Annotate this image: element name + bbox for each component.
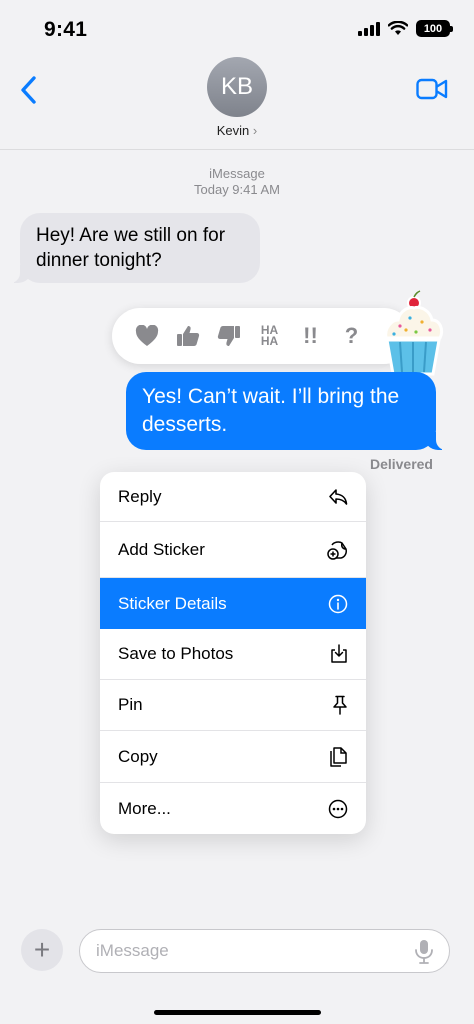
thumbs-down-icon[interactable] [215, 322, 243, 350]
status-icons: 100 [358, 20, 453, 37]
menu-item-more[interactable]: More... [100, 783, 366, 834]
conversation-header: KB Kevin › [0, 50, 474, 150]
menu-item-label: Reply [118, 486, 162, 506]
tapback-bar: HA HA !! ? [112, 308, 412, 364]
copy-icon [330, 746, 347, 767]
more-ellipsis-icon [328, 799, 348, 818]
heart-icon[interactable] [133, 322, 161, 350]
incoming-message-bubble[interactable]: Hey! Are we still on for dinner tonight? [8, 213, 260, 283]
plus-icon[interactable]: + [21, 929, 63, 971]
contact-name-row[interactable]: Kevin › [0, 123, 474, 138]
menu-item-copy[interactable]: Copy [100, 731, 366, 783]
menu-item-reply[interactable]: Reply [100, 472, 366, 522]
back-chevron-icon[interactable] [16, 72, 44, 108]
add-sticker-icon [327, 540, 347, 560]
status-time: 9:41 [44, 18, 88, 41]
exclamation-icon[interactable]: !! [297, 322, 325, 350]
composer-bar: + [0, 929, 474, 973]
facetime-video-icon[interactable] [416, 78, 448, 100]
thread-meta: iMessage Today 9:41 AM [0, 166, 474, 198]
menu-item-label: Copy [118, 746, 158, 766]
menu-item-pin[interactable]: Pin [100, 680, 366, 731]
info-icon [328, 594, 348, 613]
menu-item-label: Save to Photos [118, 644, 234, 663]
battery-icon: 100 [416, 20, 453, 37]
pin-icon [333, 695, 347, 715]
question-icon[interactable]: ? [338, 322, 366, 350]
service-label: iMessage [209, 166, 265, 181]
contact-name: Kevin [216, 123, 250, 138]
message-input[interactable] [79, 929, 450, 973]
menu-item-sticker-details[interactable]: Sticker Details [100, 578, 366, 629]
cellular-signal-icon [358, 21, 380, 36]
microphone-icon[interactable] [412, 939, 436, 965]
menu-item-label: More... [118, 798, 171, 818]
reply-icon [329, 488, 348, 505]
save-download-icon [331, 644, 347, 663]
outgoing-message-bubble[interactable]: Yes! Can’t wait. I’ll bring the desserts… [126, 372, 448, 450]
menu-item-label: Add Sticker [118, 539, 205, 559]
timestamp: Today 9:41 AM [194, 182, 280, 197]
haha-icon[interactable]: HA HA [256, 322, 284, 350]
delivery-status: Delivered [369, 456, 433, 472]
menu-item-label: Sticker Details [118, 593, 227, 613]
thumbs-up-icon[interactable] [174, 322, 202, 350]
cupcake-sticker-icon[interactable] [380, 290, 446, 380]
menu-item-label: Pin [118, 695, 143, 714]
menu-item-add-sticker[interactable]: Add Sticker [100, 522, 366, 578]
contact-avatar[interactable]: KB [207, 57, 267, 117]
context-menu: Reply Add Sticker Sticker Details Save t… [100, 472, 366, 834]
contact-chevron-icon: › [252, 123, 258, 138]
menu-item-save-to-photos[interactable]: Save to Photos [100, 629, 366, 680]
home-indicator[interactable] [154, 1010, 321, 1015]
wifi-icon [388, 21, 408, 35]
